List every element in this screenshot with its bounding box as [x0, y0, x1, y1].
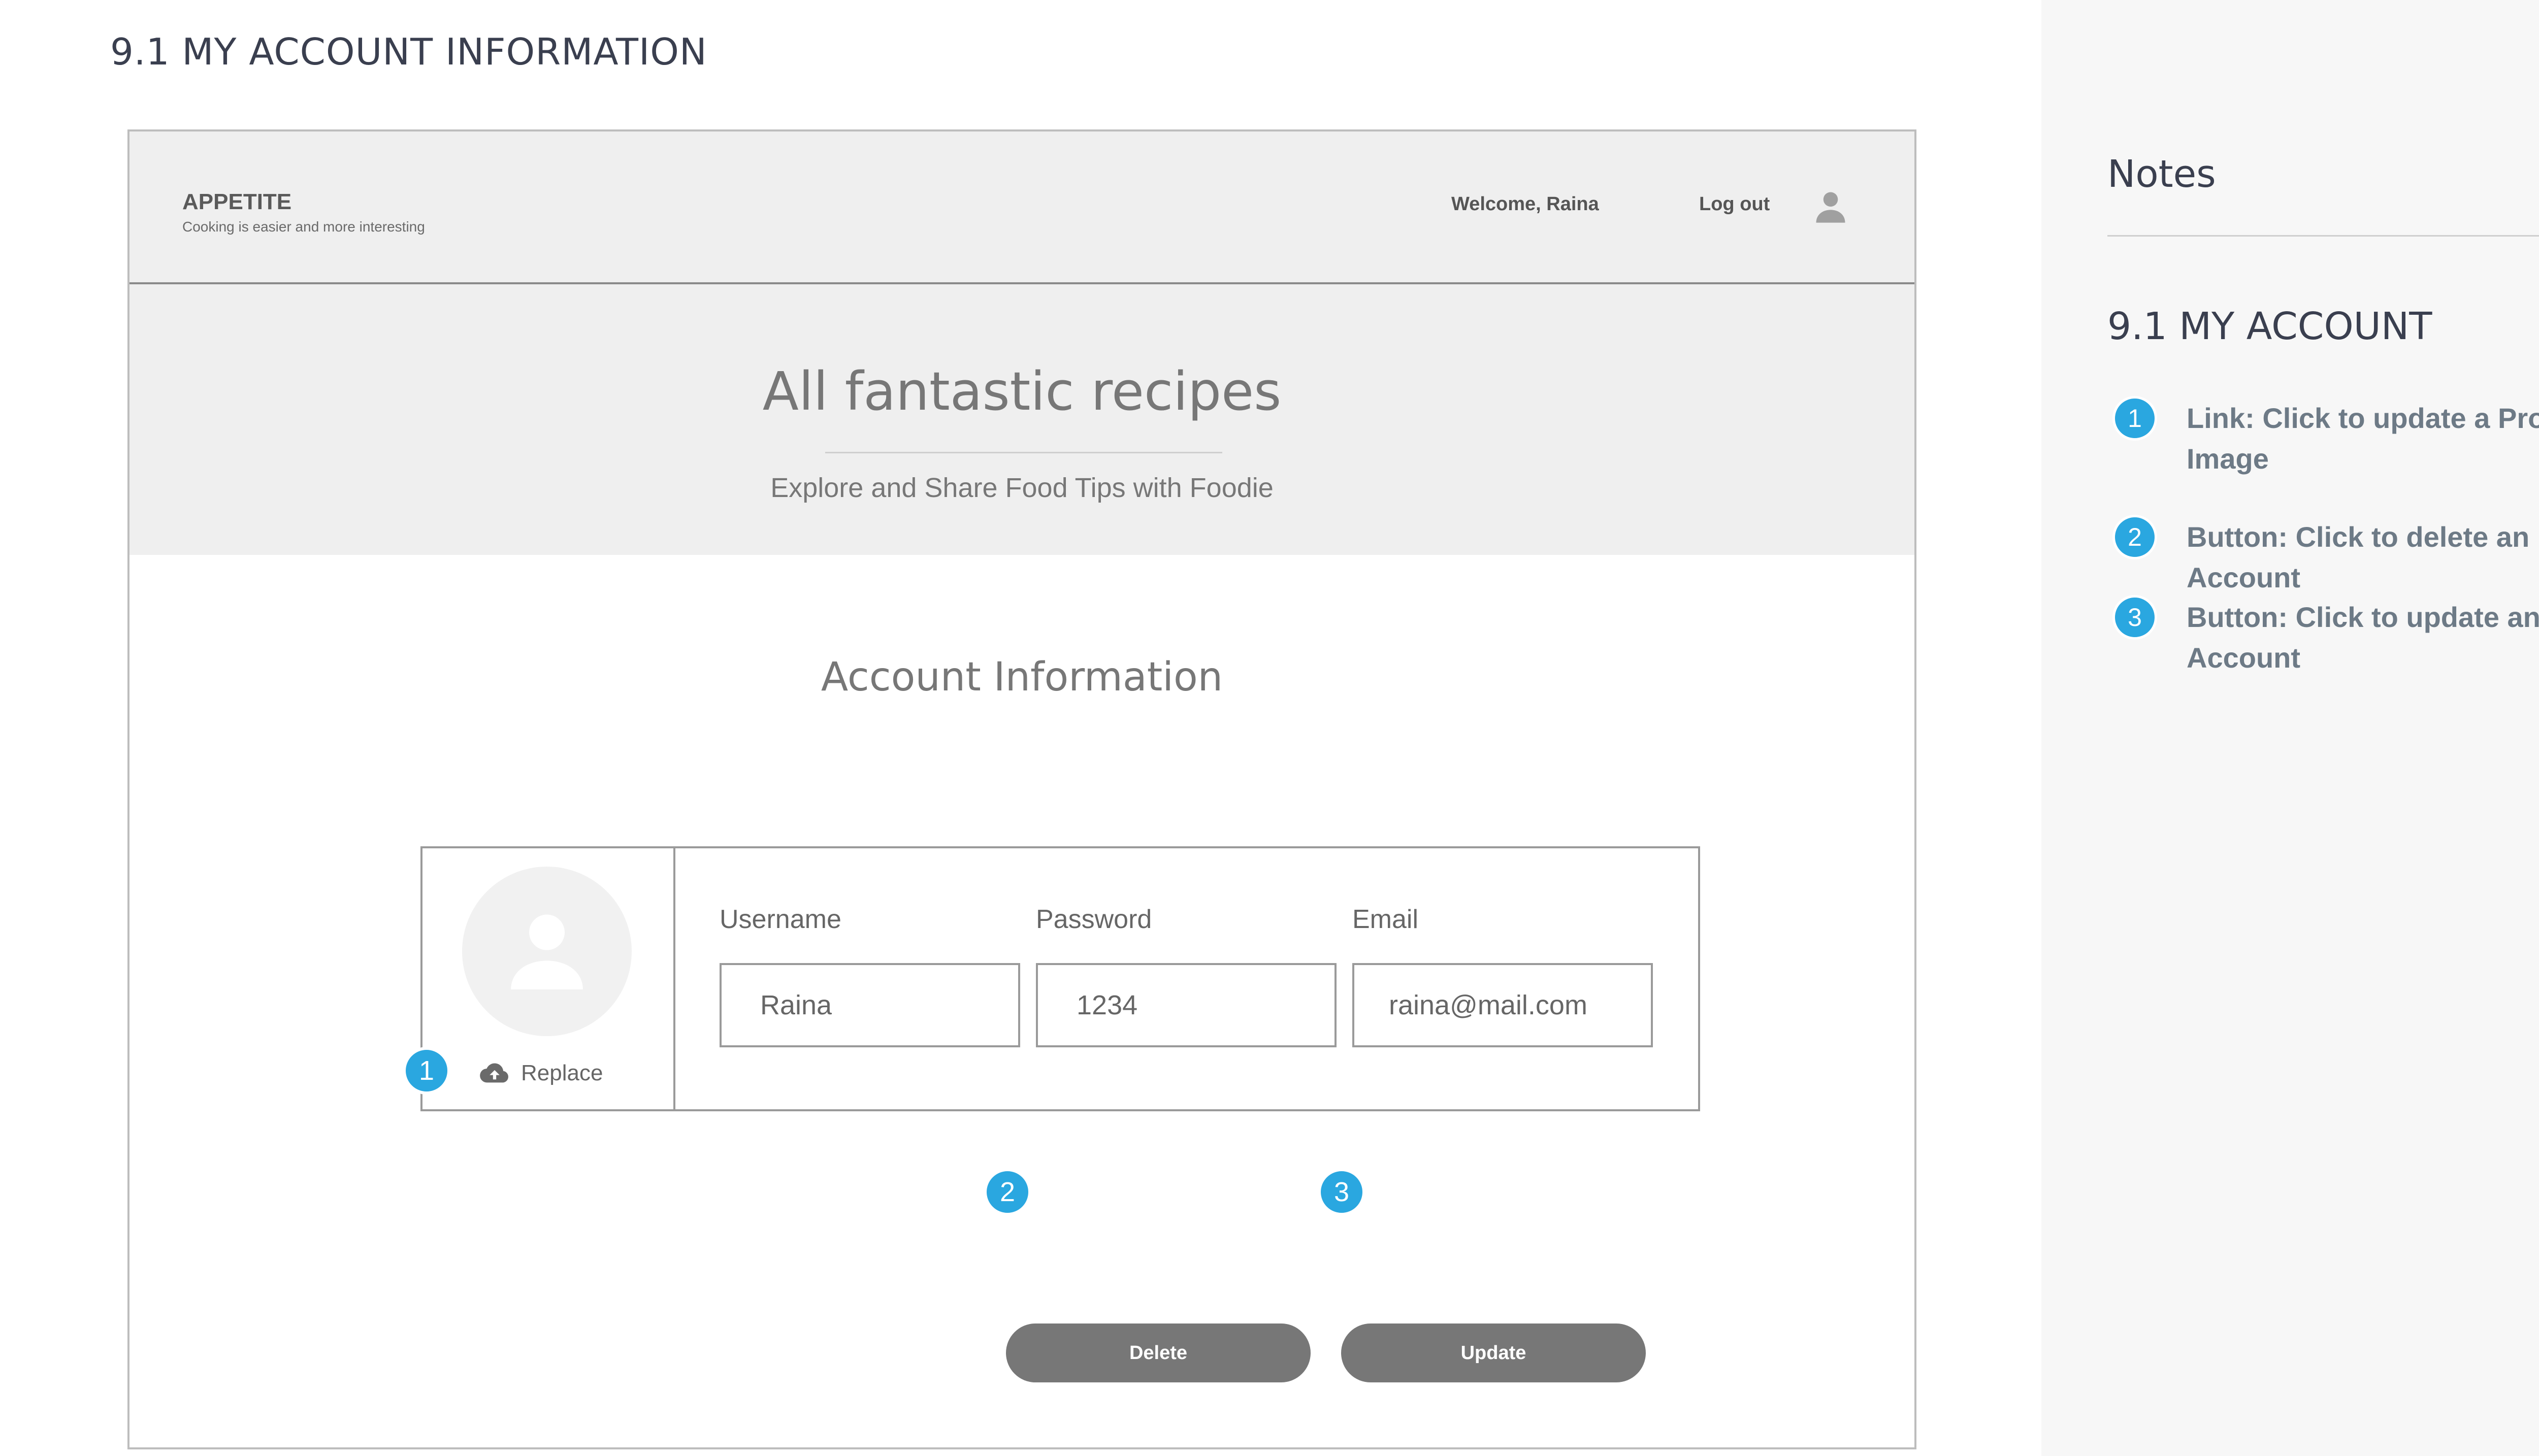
replace-label: Replace: [521, 1061, 603, 1085]
annotation-badge-1: 1: [403, 1047, 450, 1095]
logout-link[interactable]: Log out: [1699, 193, 1770, 215]
avatar-person-icon: [511, 914, 583, 989]
hero-subtitle: Explore and Share Food Tips with Foodie: [770, 473, 1274, 503]
note-text: Button: Click to update an Account: [2187, 601, 2539, 674]
update-button[interactable]: Update: [1341, 1323, 1646, 1382]
email-label: Email: [1352, 905, 1419, 934]
annotation-badge-3: 3: [1318, 1168, 1365, 1216]
user-icon[interactable]: [1811, 187, 1850, 226]
annotation-badge-2: 2: [984, 1168, 1031, 1216]
brand-name[interactable]: APPETITE: [182, 189, 291, 215]
notes-panel: Notes 9.1 MY ACCOUNT 1 Link: Click to up…: [2041, 0, 2539, 1456]
email-input[interactable]: [1352, 963, 1653, 1047]
notes-section-title: 9.1 MY ACCOUNT: [2107, 305, 2432, 348]
avatar-column: Replace: [422, 848, 675, 1109]
hero-divider: [825, 452, 1222, 453]
hero-title: All fantastic recipes: [762, 360, 1282, 422]
note-text: Link: Click to update a Profile Image: [2187, 402, 2539, 475]
notes-divider: [2107, 235, 2539, 237]
notes-title: Notes: [2107, 152, 2216, 196]
password-label: Password: [1036, 905, 1152, 934]
username-input[interactable]: [720, 963, 1020, 1047]
password-input[interactable]: [1036, 963, 1337, 1047]
hero-banner: All fantastic recipes Explore and Share …: [129, 284, 1914, 555]
replace-photo-link[interactable]: Replace: [479, 1061, 603, 1086]
note-text: Button: Click to delete an Account: [2187, 521, 2530, 593]
top-navbar: APPETITE Cooking is easier and more inte…: [129, 131, 1914, 284]
note-badge: 3: [2112, 595, 2157, 640]
username-label: Username: [720, 905, 841, 934]
note-badge: 2: [2112, 515, 2157, 559]
note-badge: 1: [2112, 396, 2157, 441]
brand-tagline: Cooking is easier and more interesting: [182, 219, 425, 235]
welcome-text: Welcome, Raina: [1451, 193, 1599, 215]
account-card: Replace Username Password Email: [420, 846, 1700, 1111]
wireframe-frame: APPETITE Cooking is easier and more inte…: [127, 129, 1916, 1449]
account-section-title: Account Information: [821, 654, 1223, 700]
avatar: [462, 867, 632, 1036]
page-title: 9.1 MY ACCOUNT INFORMATION: [110, 30, 707, 73]
cloud-upload-icon: [480, 1063, 508, 1083]
delete-button[interactable]: Delete: [1006, 1323, 1311, 1382]
